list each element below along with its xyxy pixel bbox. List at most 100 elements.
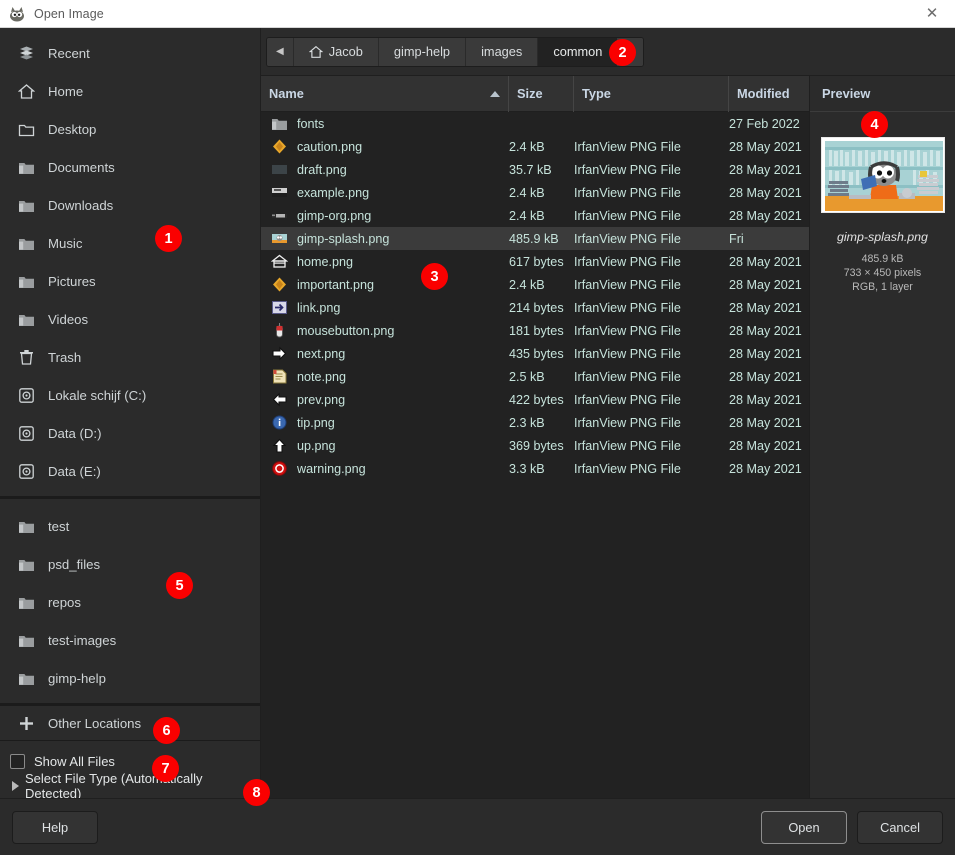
folder-icon [14,554,38,574]
file-type-cell: IrfanView PNG File [574,255,729,269]
folder-icon [14,271,38,291]
other-locations-label: Other Locations [48,716,141,731]
file-size-cell: 35.7 kB [509,163,574,177]
file-type-cell: IrfanView PNG File [574,370,729,384]
preview-thumbnail [821,137,945,213]
folder-icon [14,668,38,688]
sidebar-item-pictures[interactable]: Pictures [0,262,260,300]
table-row[interactable]: up.png369 bytesIrfanView PNG File28 May … [261,434,809,457]
breadcrumb-back-button[interactable]: ◀ [267,38,294,66]
sidebar-item-downloads[interactable]: Downloads [0,186,260,224]
table-row[interactable]: warning.png3.3 kBIrfanView PNG File28 Ma… [261,457,809,480]
file-name-cell: note.png [261,368,509,386]
chevron-right-icon [12,781,19,791]
sidebar-bookmark-repos[interactable]: repos [0,583,260,621]
table-row[interactable]: home.png617 bytesIrfanView PNG File28 Ma… [261,250,809,273]
preview-color-info: RGB, 1 layer [810,280,955,294]
file-name-label: warning.png [297,462,366,476]
marker-2: 2 [609,39,636,66]
file-modified-cell: 28 May 2021 [729,163,809,177]
breadcrumb-item-images[interactable]: images [466,38,538,66]
sidebar-item-label: Recent [48,46,90,61]
file-name-cell: important.png [261,276,509,294]
file-modified-cell: 28 May 2021 [729,278,809,292]
sidebar-bookmark-test[interactable]: test [0,507,260,545]
marker-5: 5 [166,572,193,599]
gimp-wilber-icon [8,5,26,23]
sidebar-item-label: Home [48,84,83,99]
home-png-icon [269,253,289,271]
sidebar-bookmark-test-images[interactable]: test-images [0,621,260,659]
sidebar-item-music[interactable]: Music [0,224,260,262]
sidebar-item-lokale-schijf-c[interactable]: Lokale schijf (C:) [0,376,260,414]
table-row[interactable]: tip.png2.3 kBIrfanView PNG File28 May 20… [261,411,809,434]
close-icon[interactable]: ✕ [909,0,955,27]
file-size-cell: 3.3 kB [509,462,574,476]
sidebar-item-trash[interactable]: Trash [0,338,260,376]
breadcrumb-item-common[interactable]: common [538,38,617,66]
breadcrumb-item-jacob[interactable]: Jacob [294,38,379,66]
column-header-name[interactable]: Name [261,76,509,112]
file-name-label: fonts [297,117,324,131]
drive-icon [14,461,38,481]
sidebar-bookmark-label: test [48,519,69,534]
sidebar-item-home[interactable]: Home [0,72,260,110]
sidebar-item-recent[interactable]: Recent [0,34,260,72]
table-row[interactable]: example.png2.4 kBIrfanView PNG File28 Ma… [261,181,809,204]
sidebar-item-documents[interactable]: Documents [0,148,260,186]
sidebar-bookmarks-list: test psd_filesrepostest-images gimp-help [0,499,260,697]
file-modified-cell: 28 May 2021 [729,255,809,269]
sidebar-item-desktop[interactable]: Desktop [0,110,260,148]
table-row[interactable]: important.png2.4 kBIrfanView PNG File28 … [261,273,809,296]
sidebar-item-label: Data (D:) [48,426,102,441]
cancel-button[interactable]: Cancel [857,811,943,844]
file-list-header: Name Size Type Modified [261,76,809,112]
column-header-size[interactable]: Size [509,76,574,112]
file-name-label: important.png [297,278,374,292]
table-row[interactable]: draft.png35.7 kBIrfanView PNG File28 May… [261,158,809,181]
file-type-cell: IrfanView PNG File [574,324,729,338]
show-all-files-row[interactable]: Show All Files [10,750,260,772]
column-header-modified[interactable]: Modified [729,76,809,112]
file-name-label: gimp-splash.png [297,232,389,246]
sidebar-bookmark-label: gimp-help [48,671,106,686]
sidebar-item-other-locations[interactable]: Other Locations [0,706,260,740]
sidebar-item-data-e[interactable]: Data (E:) [0,452,260,490]
sidebar-item-data-d[interactable]: Data (D:) [0,414,260,452]
table-row[interactable]: fonts27 Feb 2022 [261,112,809,135]
sidebar-item-label: Videos [48,312,88,327]
chevron-left-icon: ◀ [276,46,284,57]
file-modified-cell: 28 May 2021 [729,439,809,453]
table-row[interactable]: gimp-splash.png485.9 kBIrfanView PNG Fil… [261,227,809,250]
column-header-type[interactable]: Type [574,76,729,112]
select-file-type-row[interactable]: Select File Type (Automatically Detected… [10,774,260,798]
sidebar-item-videos[interactable]: Videos [0,300,260,338]
file-modified-cell: 28 May 2021 [729,186,809,200]
table-row[interactable]: gimp-org.png2.4 kBIrfanView PNG File28 M… [261,204,809,227]
table-row[interactable]: caution.png2.4 kBIrfanView PNG File28 Ma… [261,135,809,158]
window-title: Open Image [34,7,104,21]
marker-7: 7 [152,755,179,782]
table-row[interactable]: prev.png422 bytesIrfanView PNG File28 Ma… [261,388,809,411]
marker-4: 4 [861,111,888,138]
sidebar-bookmark-gimp-help[interactable]: gimp-help [0,659,260,697]
file-name-cell: fonts [261,115,509,133]
table-row[interactable]: next.png435 bytesIrfanView PNG File28 Ma… [261,342,809,365]
caution-diamond-icon [269,138,289,156]
table-row[interactable]: link.png214 bytesIrfanView PNG File28 Ma… [261,296,809,319]
file-modified-cell: 28 May 2021 [729,393,809,407]
file-modified-cell: 28 May 2021 [729,209,809,223]
sidebar-bookmark-psd-files[interactable]: psd_files [0,545,260,583]
file-type-cell: IrfanView PNG File [574,393,729,407]
open-button[interactable]: Open [761,811,847,844]
table-row[interactable]: mousebutton.png181 bytesIrfanView PNG Fi… [261,319,809,342]
breadcrumb-item-gimp-help[interactable]: gimp-help [379,38,466,66]
next-arrow-icon [269,345,289,363]
show-all-files-checkbox[interactable] [10,754,25,769]
table-row[interactable]: note.png2.5 kBIrfanView PNG File28 May 2… [261,365,809,388]
help-button[interactable]: Help [12,811,98,844]
file-list: Name Size Type Modified fonts27 [261,75,809,798]
preview-image-name: gimp-splash.png [810,230,955,244]
column-header-name-label: Name [269,86,304,101]
file-type-cell: IrfanView PNG File [574,278,729,292]
